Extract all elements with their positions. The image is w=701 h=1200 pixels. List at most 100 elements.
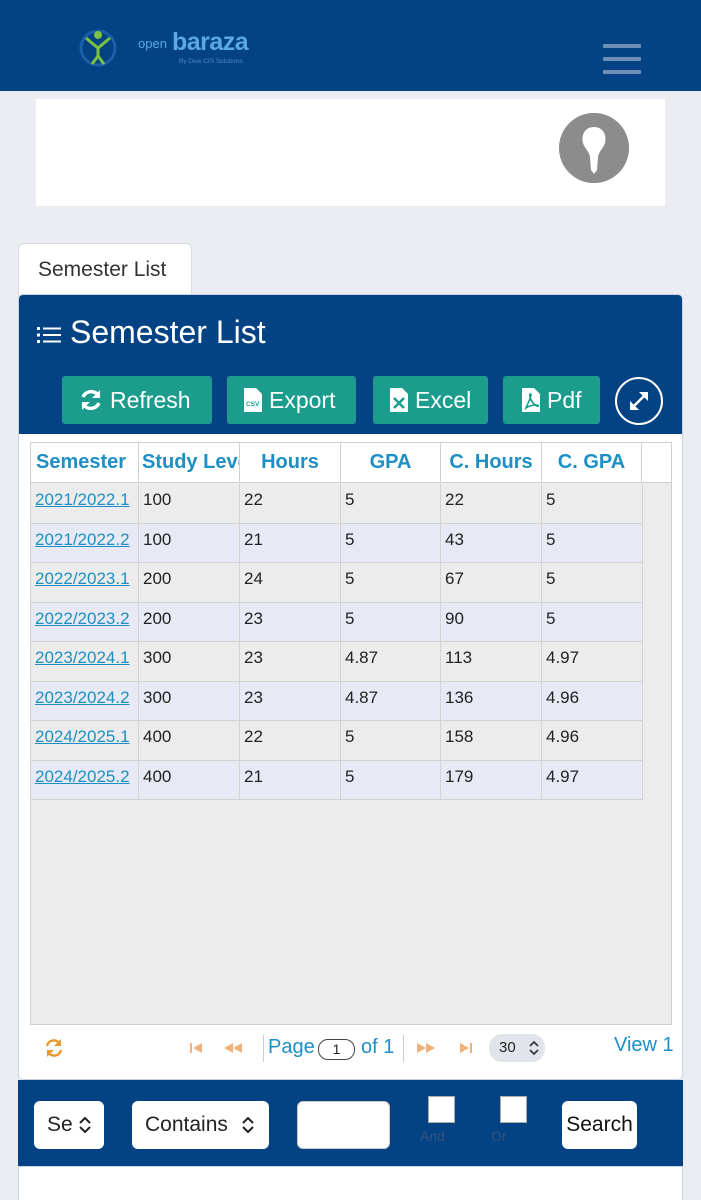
cell-study-level: 400 bbox=[139, 760, 240, 800]
excel-label: Excel bbox=[415, 386, 472, 413]
cell-semester[interactable]: 2021/2022.1 bbox=[31, 484, 139, 524]
cell-hours: 23 bbox=[240, 602, 341, 642]
next-page-icon[interactable] bbox=[414, 1041, 438, 1055]
cell-hours: 23 bbox=[240, 681, 341, 721]
excel-file-icon bbox=[390, 388, 408, 412]
export-button[interactable]: CSV Export bbox=[227, 376, 356, 424]
pdf-button[interactable]: Pdf bbox=[503, 376, 600, 424]
panel-header: Semester List Refresh CSV Export Excel P… bbox=[19, 295, 682, 434]
field-select[interactable]: Se bbox=[34, 1101, 104, 1149]
cell-hours: 21 bbox=[240, 760, 341, 800]
table-row[interactable]: 2021/2022.2 100 21 5 43 5 bbox=[31, 523, 643, 563]
export-label: Export bbox=[269, 386, 336, 413]
logo-text-baraza: baraza bbox=[172, 28, 249, 56]
operator-select[interactable]: Contains bbox=[132, 1101, 269, 1149]
table-row[interactable]: 2022/2023.2 200 23 5 90 5 bbox=[31, 602, 643, 642]
cell-semester[interactable]: 2024/2025.1 bbox=[31, 721, 139, 761]
cell-semester[interactable]: 2022/2023.2 bbox=[31, 602, 139, 642]
semester-table: Semester Study Level Hours GPA C. Hours … bbox=[30, 442, 672, 1025]
page-label: Page bbox=[268, 1036, 315, 1058]
cell-semester[interactable]: 2024/2025.2 bbox=[31, 760, 139, 800]
cell-hours: 24 bbox=[240, 563, 341, 603]
list-icon bbox=[37, 327, 61, 343]
excel-button[interactable]: Excel bbox=[373, 376, 488, 424]
hamburger-menu-icon[interactable] bbox=[603, 44, 641, 74]
page-number-input[interactable]: 1 bbox=[318, 1039, 355, 1060]
or-checkbox[interactable] bbox=[500, 1096, 527, 1123]
and-label: And bbox=[420, 1128, 445, 1144]
column-header-c-hours[interactable]: C. Hours bbox=[441, 443, 542, 483]
cell-gpa: 5 bbox=[341, 523, 441, 563]
column-header-study-level[interactable]: Study Level bbox=[139, 443, 240, 483]
cell-c-hours: 22 bbox=[441, 484, 542, 524]
cell-study-level: 300 bbox=[139, 642, 240, 682]
tab-semester-list[interactable]: Semester List bbox=[18, 243, 192, 299]
cell-semester[interactable]: 2023/2024.1 bbox=[31, 642, 139, 682]
cell-c-hours: 158 bbox=[441, 721, 542, 761]
view-records-text: View 1 bbox=[614, 1034, 674, 1056]
cell-study-level: 200 bbox=[139, 563, 240, 603]
cell-hours: 21 bbox=[240, 523, 341, 563]
column-header-semester[interactable]: Semester bbox=[31, 443, 139, 483]
cell-semester[interactable]: 2023/2024.2 bbox=[31, 681, 139, 721]
table-row[interactable]: 2021/2022.1 100 22 5 22 5 bbox=[31, 484, 643, 524]
search-button[interactable]: Search bbox=[562, 1101, 637, 1149]
table-pager: Page 1 of 1 30 View 1 bbox=[30, 1026, 674, 1070]
chevron-updown-icon bbox=[242, 1117, 254, 1133]
cell-hours: 22 bbox=[240, 721, 341, 761]
last-page-icon[interactable] bbox=[452, 1041, 474, 1055]
cell-c-gpa: 5 bbox=[542, 523, 643, 563]
column-header-gpa[interactable]: GPA bbox=[341, 443, 441, 483]
logo-text-open: open bbox=[138, 36, 167, 51]
filter-bar: Se Contains And Or Search bbox=[18, 1080, 683, 1166]
rows-per-page-select[interactable]: 30 bbox=[489, 1034, 545, 1062]
cell-c-hours: 136 bbox=[441, 681, 542, 721]
cell-semester[interactable]: 2021/2022.2 bbox=[31, 523, 139, 563]
pdf-label: Pdf bbox=[547, 386, 582, 413]
cell-c-hours: 67 bbox=[441, 563, 542, 603]
cell-study-level: 200 bbox=[139, 602, 240, 642]
bottom-panel bbox=[18, 1166, 683, 1200]
cell-c-gpa: 4.96 bbox=[542, 681, 643, 721]
csv-file-icon: CSV bbox=[244, 388, 262, 412]
table-row[interactable]: 2024/2025.1 400 22 5 158 4.96 bbox=[31, 721, 643, 761]
cell-gpa: 5 bbox=[341, 721, 441, 761]
table-row[interactable]: 2024/2025.2 400 21 5 179 4.97 bbox=[31, 760, 643, 800]
pager-separator bbox=[263, 1035, 264, 1062]
cell-c-gpa: 4.96 bbox=[542, 721, 643, 761]
cell-semester[interactable]: 2022/2023.1 bbox=[31, 563, 139, 603]
cell-hours: 22 bbox=[240, 484, 341, 524]
cell-study-level: 100 bbox=[139, 484, 240, 524]
user-avatar-icon[interactable] bbox=[559, 113, 629, 183]
table-row[interactable]: 2022/2023.1 200 24 5 67 5 bbox=[31, 563, 643, 603]
semester-list-panel: Semester List Refresh CSV Export Excel P… bbox=[18, 294, 683, 1080]
and-checkbox[interactable] bbox=[428, 1096, 455, 1123]
cell-c-gpa: 4.97 bbox=[542, 760, 643, 800]
column-header-c-gpa[interactable]: C. GPA bbox=[542, 443, 642, 483]
field-select-value: Se bbox=[47, 1113, 73, 1136]
cell-c-gpa: 5 bbox=[542, 563, 643, 603]
reload-icon[interactable] bbox=[43, 1037, 65, 1059]
cell-c-gpa: 5 bbox=[542, 484, 643, 524]
expand-icon[interactable] bbox=[615, 377, 663, 425]
logo-figure-icon bbox=[79, 29, 117, 67]
cell-study-level: 300 bbox=[139, 681, 240, 721]
table-row[interactable]: 2023/2024.1 300 23 4.87 113 4.97 bbox=[31, 642, 643, 682]
operator-select-value: Contains bbox=[145, 1113, 228, 1136]
chevron-updown-icon bbox=[529, 1041, 539, 1055]
cell-c-hours: 90 bbox=[441, 602, 542, 642]
cell-study-level: 100 bbox=[139, 523, 240, 563]
refresh-button[interactable]: Refresh bbox=[62, 376, 212, 424]
filter-value-input[interactable] bbox=[297, 1101, 390, 1149]
column-header-hours[interactable]: Hours bbox=[240, 443, 341, 483]
cell-gpa: 4.87 bbox=[341, 642, 441, 682]
prev-page-icon[interactable] bbox=[221, 1041, 245, 1055]
first-page-icon[interactable] bbox=[188, 1041, 210, 1055]
table-row[interactable]: 2023/2024.2 300 23 4.87 136 4.96 bbox=[31, 681, 643, 721]
cell-c-hours: 179 bbox=[441, 760, 542, 800]
profile-header bbox=[36, 99, 665, 206]
pdf-file-icon bbox=[522, 388, 540, 412]
cell-hours: 23 bbox=[240, 642, 341, 682]
cell-gpa: 5 bbox=[341, 602, 441, 642]
openbaraza-logo[interactable]: open baraza By Dew CIS Solutions bbox=[76, 26, 276, 70]
